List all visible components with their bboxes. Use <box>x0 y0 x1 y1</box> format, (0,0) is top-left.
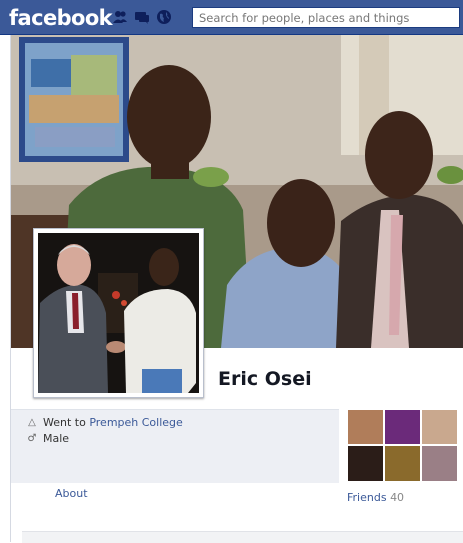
search-placeholder: Search for people, places and things <box>199 11 410 25</box>
gender-value: Male <box>43 432 70 445</box>
gender-row: ♂ Male <box>26 432 70 445</box>
search-input[interactable]: Search for people, places and things <box>192 7 460 28</box>
friend-thumbnail[interactable] <box>384 409 421 445</box>
profile-name[interactable]: Eric Osei <box>218 368 312 390</box>
notifications-globe-icon[interactable] <box>156 9 172 25</box>
friends-link[interactable]: Friends <box>347 491 387 504</box>
friend-thumbnail[interactable] <box>347 409 384 445</box>
friends-thumbnail-grid[interactable] <box>347 409 458 482</box>
about-tab[interactable]: About <box>55 487 88 500</box>
friend-requests-icon[interactable] <box>112 9 128 25</box>
profile-picture[interactable] <box>33 228 204 398</box>
jewel-icons <box>112 9 172 25</box>
gender-male-icon: ♂ <box>27 433 37 444</box>
education-school-link[interactable]: Prempeh College <box>89 416 182 429</box>
education-prefix: Went to <box>43 416 86 429</box>
education-row: △ Went to Prempeh College <box>26 416 183 429</box>
graduation-cap-icon: △ <box>28 417 36 428</box>
friend-thumbnail[interactable] <box>421 445 458 482</box>
friends-count: 40 <box>390 491 405 504</box>
friend-thumbnail[interactable] <box>384 445 421 482</box>
friends-label[interactable]: Friends 40 <box>347 491 404 504</box>
left-page-edge <box>0 35 11 542</box>
top-navigation-bar: facebook Search for people, places and t… <box>0 0 463 35</box>
facebook-logo[interactable]: facebook <box>9 6 113 30</box>
friend-thumbnail[interactable] <box>347 445 384 482</box>
friend-thumbnail[interactable] <box>421 409 458 445</box>
profile-photo-image <box>38 233 199 393</box>
messages-icon[interactable] <box>134 9 150 25</box>
content-area-edge <box>22 531 463 543</box>
